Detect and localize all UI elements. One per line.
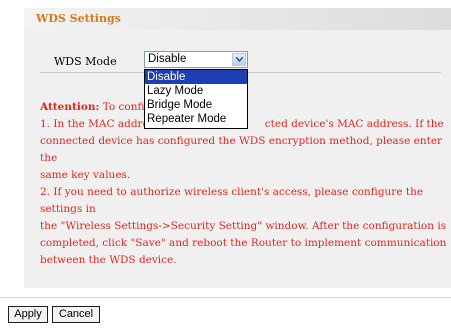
- attention-line-2-end: cted device's MAC address. If the: [264, 118, 444, 130]
- option-disable[interactable]: Disable: [145, 70, 247, 84]
- attention-line-3: connected device has configured the WDS …: [40, 135, 443, 164]
- wds-mode-value: Disable: [148, 53, 187, 65]
- option-lazy-mode[interactable]: Lazy Mode: [145, 84, 247, 98]
- attention-line-5: 2. If you need to authorize wireless cli…: [40, 186, 424, 215]
- apply-button[interactable]: Apply: [8, 306, 48, 323]
- attention-line-1-text: To confi: [102, 101, 145, 113]
- attention-line-6: the "Wireless Settings->Security Setting…: [40, 220, 447, 232]
- chevron-down-icon[interactable]: [232, 53, 246, 66]
- wds-mode-label: WDS Mode: [54, 55, 117, 68]
- option-bridge-mode[interactable]: Bridge Mode: [145, 98, 247, 112]
- attention-line-7: completed, click "Save" and reboot the R…: [40, 237, 447, 249]
- attention-line-8: between the WDS device.: [40, 254, 177, 266]
- attention-line-4: same key values.: [40, 169, 131, 181]
- wds-mode-dropdown[interactable]: Disable Lazy Mode Bridge Mode Repeater M…: [144, 69, 248, 129]
- wds-mode-select[interactable]: Disable: [144, 51, 248, 68]
- page-title: WDS Settings: [36, 12, 121, 25]
- bottom-divider: [0, 297, 451, 298]
- attention-label: Attention:: [40, 101, 100, 113]
- option-repeater-mode[interactable]: Repeater Mode: [145, 112, 247, 126]
- cancel-button[interactable]: Cancel: [52, 306, 100, 323]
- title-bar: WDS Settings: [24, 8, 451, 30]
- attention-line-2-start: 1. In the MAC addre: [40, 118, 149, 130]
